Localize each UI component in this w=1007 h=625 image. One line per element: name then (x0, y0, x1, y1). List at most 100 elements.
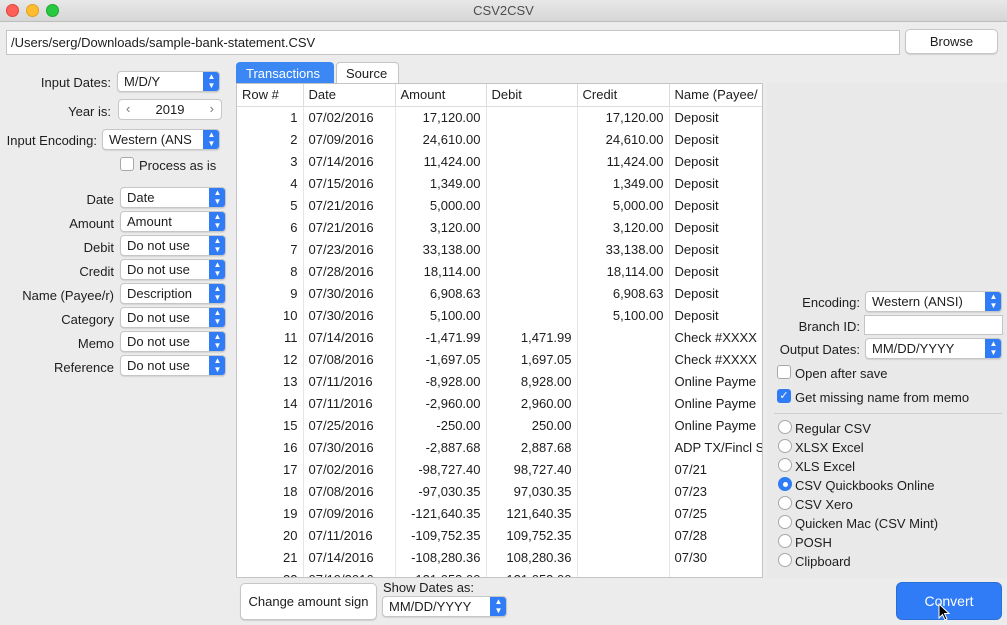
mapping-select[interactable]: Do not use ▲ ▼ (120, 307, 226, 328)
table-cell (486, 238, 578, 260)
table-row[interactable]: 5 07/21/2016 5,000.00 5,000.00 Deposit (237, 194, 762, 216)
table-cell: 11,424.00 (577, 150, 670, 172)
table-cell: 17,120.00 (395, 106, 487, 128)
table-row[interactable]: 2207/19/2016-121,053.00121,053.00 (237, 568, 762, 577)
format-radio[interactable] (778, 553, 792, 567)
table-cell: Deposit (669, 128, 762, 150)
mapping-select[interactable]: Description ▲ ▼ (120, 283, 226, 304)
mouse-pointer-icon (938, 603, 950, 621)
table-row[interactable]: 18 07/08/2016 -97,030.35 97,030.35 07/23 (237, 480, 762, 502)
table-row[interactable]: 9 07/30/2016 6,908.63 6,908.63 Deposit (237, 282, 762, 304)
table-row[interactable]: 17 07/02/2016 -98,727.40 98,727.40 07/21 (237, 458, 762, 480)
column-header[interactable]: Credit (577, 84, 670, 107)
format-radio-label: XLSX Excel (795, 440, 864, 455)
change-amount-sign-button[interactable]: Change amount sign (240, 583, 377, 620)
table-row[interactable]: 6 07/21/2016 3,120.00 3,120.00 Deposit (237, 216, 762, 238)
output-encoding-value: Western (ANSI) (872, 294, 963, 309)
chevron-updown-icon: ▲ ▼ (985, 292, 1001, 311)
output-encoding-select[interactable]: Western (ANSI) ▲ ▼ (865, 291, 1002, 312)
show-dates-select[interactable]: MM/DD/YYYY ▲ ▼ (382, 596, 507, 617)
tab-source[interactable]: Source (336, 62, 399, 84)
chevron-updown-icon: ▲ ▼ (985, 339, 1001, 358)
table-cell (486, 150, 578, 172)
format-radio[interactable] (778, 420, 792, 434)
table-cell: 11 (237, 326, 304, 348)
column-header[interactable]: Date (303, 84, 396, 107)
mapping-select[interactable]: Do not use ▲ ▼ (120, 235, 226, 256)
year-label: Year is: (68, 104, 111, 119)
branch-id-input[interactable] (864, 315, 1003, 335)
input-dates-label: Input Dates: (40, 75, 111, 90)
browse-button[interactable]: Browse (905, 29, 998, 54)
mapping-select[interactable]: Amount ▲ ▼ (120, 211, 226, 232)
format-radio[interactable] (778, 439, 792, 453)
column-header[interactable]: Debit (486, 84, 578, 107)
format-radio[interactable] (778, 534, 792, 548)
mapping-select[interactable]: Do not use ▲ ▼ (120, 259, 226, 280)
mapping-value: Do not use (127, 262, 190, 277)
output-dates-select[interactable]: MM/DD/YYYY ▲ ▼ (865, 338, 1002, 359)
get-missing-name-label: Get missing name from memo (795, 390, 970, 405)
table-row[interactable]: 2 07/09/2016 24,610.00 24,610.00 Deposit (237, 128, 762, 150)
table-row[interactable]: 13 07/11/2016 -8,928.00 8,928.00 Online Paym… (237, 370, 762, 392)
tab-transactions[interactable]: Transactions (236, 62, 334, 84)
table-row[interactable]: 19 07/09/2016 -121,640.35 121,640.35 07/25 (237, 502, 762, 524)
table-row[interactable]: 1 07/02/2016 17,120.00 17,120.00 Deposit (237, 106, 762, 128)
year-next-icon[interactable]: › (210, 101, 214, 116)
column-header[interactable]: Name (Payee/ (669, 84, 762, 107)
table-row[interactable]: 4 07/15/2016 1,349.00 1,349.00 Deposit (237, 172, 762, 194)
table-cell: 18,114.00 (577, 260, 670, 282)
table-row[interactable]: 16 07/30/2016 -2,887.68 2,887.68 ADP TX/Finc… (237, 436, 762, 458)
table-row[interactable]: 11 07/14/2016 -1,471.99 1,471.99 Check #XXXX (237, 326, 762, 348)
table-cell: Deposit (669, 282, 762, 304)
table-cell: Deposit (669, 172, 762, 194)
table-row[interactable]: 7 07/23/2016 33,138.00 33,138.00 Deposit (237, 238, 762, 260)
table-cell (577, 414, 670, 436)
open-after-save-checkbox[interactable] (777, 365, 791, 379)
table-row[interactable]: 3 07/14/2016 11,424.00 11,424.00 Deposit (237, 150, 762, 172)
table-row[interactable]: 10 07/30/2016 5,100.00 5,100.00 Deposit (237, 304, 762, 326)
format-radio[interactable] (778, 496, 792, 510)
table-cell (486, 106, 578, 128)
table-cell: 33,138.00 (577, 238, 670, 260)
table-cell: 07/21 (669, 458, 762, 480)
chevron-updown-icon: ▲ ▼ (209, 212, 225, 231)
transactions-table[interactable]: Row # Date Amount Debit Credit Name (Payee/ 1… (236, 83, 763, 578)
table-cell: Deposit (669, 150, 762, 172)
mapping-select[interactable]: Do not use ▲ ▼ (120, 331, 226, 352)
table-cell: -2,960.00 (395, 392, 487, 414)
table-row[interactable]: 20 07/11/2016 -109,752.35 109,752.35 07/28 (237, 524, 762, 546)
table-cell: 07/02/2016 (303, 458, 396, 480)
output-dates-label: Output Dates: (779, 342, 860, 357)
input-encoding-select[interactable]: Western (ANS ▲ ▼ (102, 129, 220, 150)
file-path-input[interactable]: /Users/serg/Downloads/sample-bank-statem… (6, 30, 900, 55)
table-cell: 15 (237, 414, 304, 436)
table-cell: 11,424.00 (395, 150, 487, 172)
get-missing-name-checkbox[interactable]: ✓ (777, 389, 791, 403)
process-as-is-checkbox[interactable] (120, 157, 134, 171)
table-cell: -121,640.35 (395, 502, 487, 524)
mapping-select[interactable]: Do not use ▲ ▼ (120, 355, 226, 376)
table-row[interactable]: 14 07/11/2016 -2,960.00 2,960.00 Online Paym… (237, 392, 762, 414)
table-row[interactable]: 12 07/08/2016 -1,697.05 1,697.05 Check #XXXX (237, 348, 762, 370)
table-row[interactable]: 8 07/28/2016 18,114.00 18,114.00 Deposit (237, 260, 762, 282)
format-radio[interactable] (778, 515, 792, 529)
table-cell: 07/30/2016 (303, 304, 396, 326)
table-cell (577, 392, 670, 414)
format-radio[interactable] (778, 458, 792, 472)
column-header[interactable]: Amount (395, 84, 487, 107)
column-header[interactable]: Row # (237, 84, 304, 107)
table-cell (577, 370, 670, 392)
table-row[interactable]: 15 07/25/2016 -250.00 250.00 Online Payme (237, 414, 762, 436)
table-cell (577, 326, 670, 348)
table-cell (486, 172, 578, 194)
table-row[interactable]: 21 07/14/2016 -108,280.36 108,280.36 07/30 (237, 546, 762, 568)
table-cell: 07/11/2016 (303, 524, 396, 546)
input-dates-select[interactable]: M/D/Y ▲ ▼ (117, 71, 220, 92)
table-cell: 5,100.00 (395, 304, 487, 326)
format-radio[interactable] (778, 477, 792, 491)
year-stepper[interactable]: ‹ 2019 › (118, 99, 222, 120)
branch-id-label: Branch ID: (798, 319, 860, 334)
window-title: CSV2CSV (473, 3, 534, 18)
mapping-select[interactable]: Date ▲ ▼ (120, 187, 226, 208)
